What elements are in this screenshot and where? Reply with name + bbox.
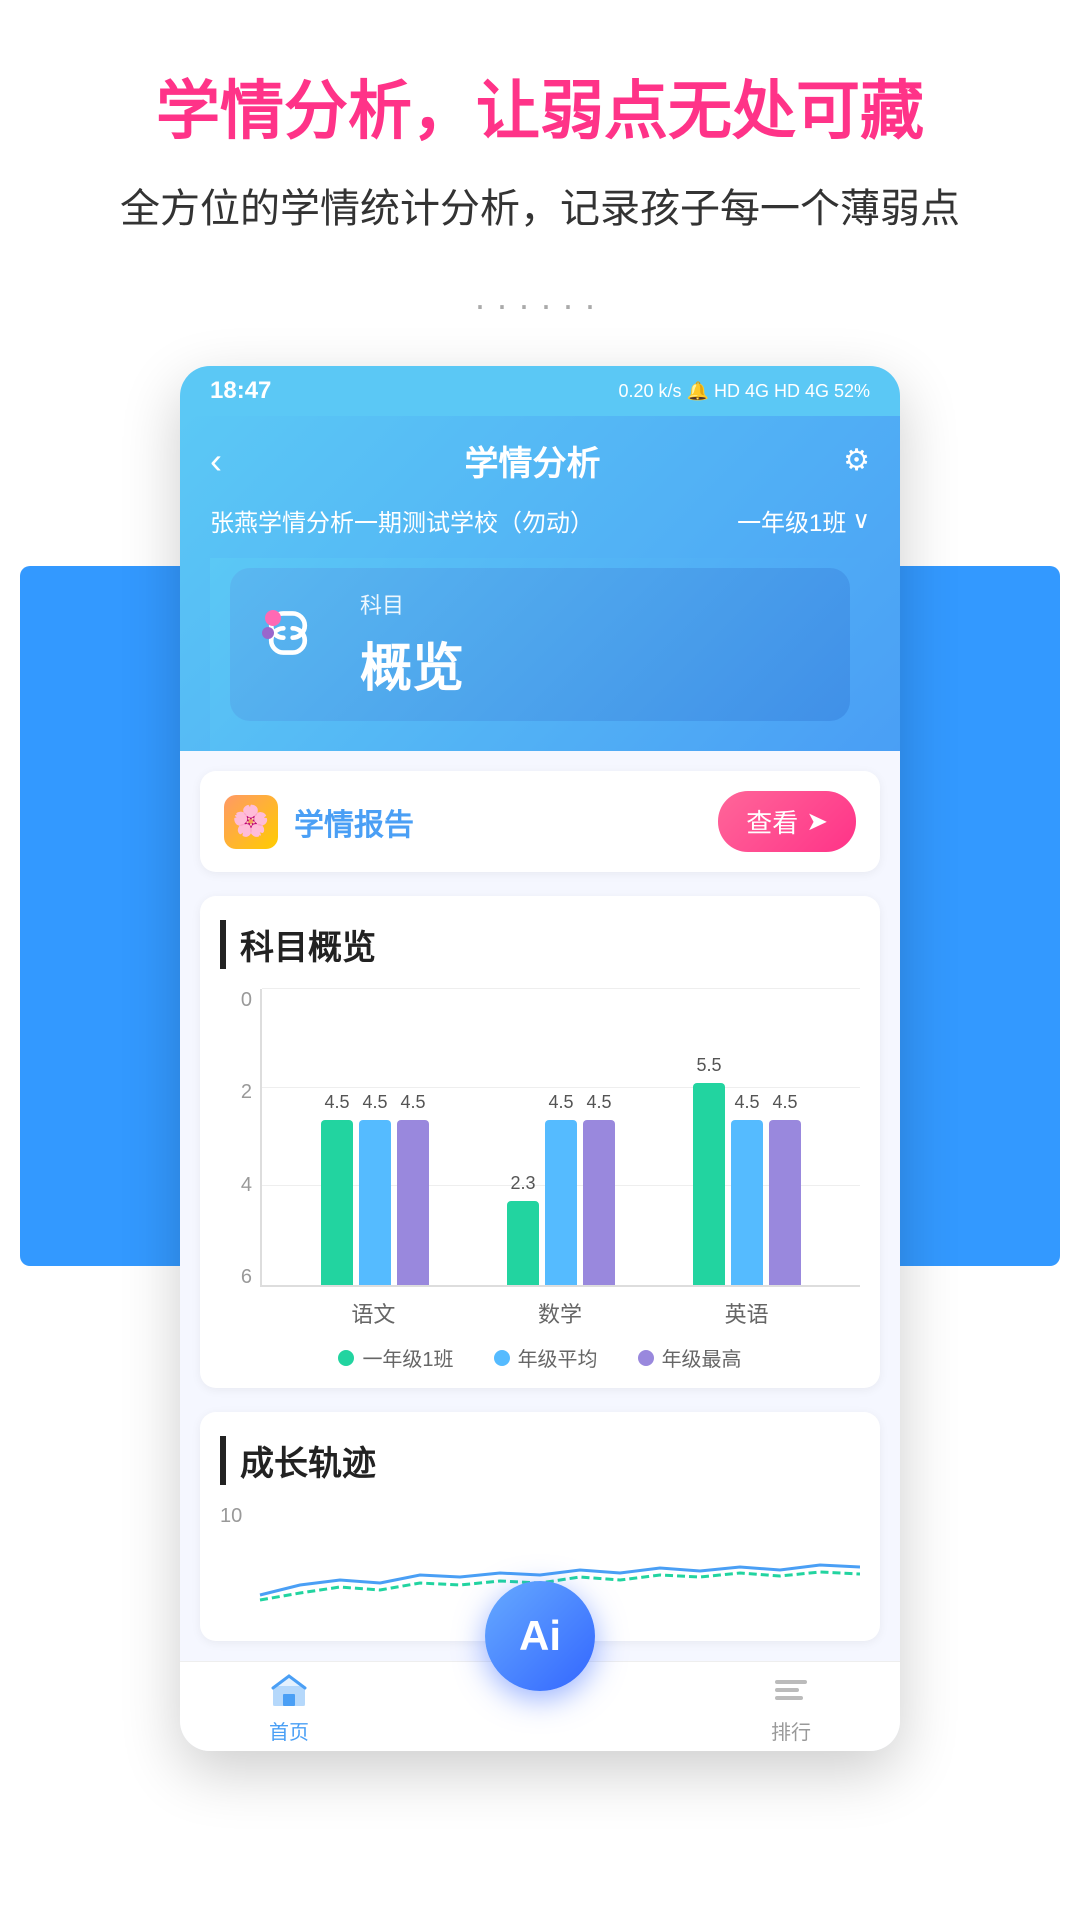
nav-label-rank: 排行 [771,1716,811,1745]
tab-card[interactable]: 科目 概览 [230,568,850,721]
legend-item-top: 年级最高 [638,1343,742,1372]
page-header: 学情分析，让弱点无处可藏 全方位的学情统计分析，记录孩子每一个薄弱点 [0,0,1080,254]
bar-yingyu-purple: 4.5 [769,1120,801,1285]
chart-body: 4.5 4.5 4.5 [260,989,860,1329]
school-name: 张燕学情分析一期测试学校（勿动） [210,503,594,538]
bar-yingyu-green: 5.5 [693,1083,725,1285]
status-right-icons: 0.20 k/s 🔔 HD 4G HD 4G 52% [619,381,871,402]
rank-icon [769,1668,813,1712]
bar-group-yingyu: 5.5 4.5 4.5 [693,1083,801,1285]
bar-shuxue-purple: 4.5 [583,1120,615,1285]
chart-wrapper: 6 4 2 0 [220,989,860,1329]
dots-decoration: ······ [0,284,1080,326]
bar-yuwen-blue: 4.5 [359,1120,391,1285]
y-label-4: 4 [220,1174,260,1197]
bar-shuxue-blue: 4.5 [545,1120,577,1285]
tab-icon-area [260,605,340,685]
bar-shuxue-green: 2.3 [507,1201,539,1285]
class-chevron-icon: ∨ [852,506,870,535]
bar-group-yuwen: 4.5 4.5 4.5 [321,1120,429,1285]
x-label-yuwen: 语文 [351,1297,395,1329]
growth-title: 成长轨迹 [220,1436,860,1485]
y-label-6: 6 [220,1266,260,1289]
chart-y-axis: 6 4 2 0 [220,989,260,1329]
school-row: 张燕学情分析一期测试学校（勿动） 一年级1班 ∨ [210,503,870,538]
view-btn-label: 查看 [746,803,798,840]
legend-item-avg: 年级平均 [494,1343,598,1372]
legend-dot-avg [494,1350,510,1366]
tab-dot1 [265,610,281,626]
chart-legend: 一年级1班 年级平均 年级最高 [220,1343,860,1372]
bar-group-bars-yingyu: 5.5 4.5 4.5 [693,1083,801,1285]
tab-dot2 [262,627,274,639]
page-subtitle: 全方位的学情统计分析，记录孩子每一个薄弱点 [80,176,1000,234]
report-icon: 🌸 [224,795,278,849]
x-label-shuxue: 数学 [538,1297,582,1329]
y-label-0: 0 [220,989,260,1012]
report-card: 🌸 学情报告 查看 ➤ [200,771,880,872]
header-title: 学情分析 [465,436,601,485]
bar-label-yuwen-2: 4.5 [362,1092,387,1113]
bar-group-bars-yuwen: 4.5 4.5 4.5 [321,1120,429,1285]
back-button[interactable]: ‹ [210,440,222,482]
nav-item-home[interactable]: 首页 [267,1668,311,1745]
ai-button-container: Ai [485,1581,595,1691]
bar-label-shuxue-3: 4.5 [586,1092,611,1113]
nav-label-home: 首页 [269,1716,309,1745]
status-time: 18:47 [210,377,271,405]
bars-area: 4.5 4.5 4.5 [262,989,860,1285]
status-bar: 18:47 0.20 k/s 🔔 HD 4G HD 4G 52% [180,366,900,416]
legend-item-class: 一年级1班 [338,1343,453,1372]
bar-label-shuxue-1: 2.3 [510,1173,535,1194]
bar-label-yingyu-2: 4.5 [734,1092,759,1113]
status-icons: 0.20 k/s 🔔 HD 4G HD 4G 52% [619,381,871,402]
report-emoji: 🌸 [232,804,269,839]
legend-label-top: 年级最高 [662,1343,742,1372]
legend-dot-top [638,1350,654,1366]
bar-group-shuxue: 2.3 4.5 4.5 [507,1120,615,1285]
bar-label-yingyu-3: 4.5 [772,1092,797,1113]
phone-mockup: 18:47 0.20 k/s 🔔 HD 4G HD 4G 52% ‹ 学情分析 … [180,366,900,1751]
bar-label-shuxue-2: 4.5 [548,1092,573,1113]
bar-yuwen-purple: 4.5 [397,1120,429,1285]
report-title: 学情报告 [294,800,414,844]
class-label: 一年级1班 [737,503,846,538]
chart-x-labels: 语文 数学 英语 [260,1287,860,1329]
nav-item-rank[interactable]: 排行 [769,1668,813,1745]
bar-label-yuwen-1: 4.5 [324,1092,349,1113]
view-btn-icon: ➤ [806,806,828,837]
chart-section: 科目概览 6 4 2 0 [200,896,880,1388]
tab-text-area: 科目 概览 [360,588,464,701]
bar-group-bars-shuxue: 2.3 4.5 4.5 [507,1120,615,1285]
tab-label: 科目 [360,588,464,620]
y-label-2: 2 [220,1081,260,1104]
legend-label-class: 一年级1班 [362,1343,453,1372]
header-nav: ‹ 学情分析 ⚙ [210,436,870,485]
chart-section-title: 科目概览 [220,920,860,969]
main-content: 🌸 学情报告 查看 ➤ 科目概览 6 4 2 [180,751,900,1661]
tab-area: 科目 概览 [210,558,870,751]
bar-yingyu-blue: 4.5 [731,1120,763,1285]
phone-screen: 18:47 0.20 k/s 🔔 HD 4G HD 4G 52% ‹ 学情分析 … [180,366,900,1751]
home-icon [267,1668,311,1712]
chart-plot: 4.5 4.5 4.5 [260,989,860,1287]
settings-button[interactable]: ⚙ [843,443,870,478]
report-left: 🌸 学情报告 [224,795,414,849]
class-selector[interactable]: 一年级1班 ∨ [737,503,870,538]
legend-label-avg: 年级平均 [518,1343,598,1372]
bar-label-yingyu-1: 5.5 [696,1055,721,1076]
x-label-yingyu: 英语 [725,1297,769,1329]
tab-overview: 概览 [360,626,464,701]
view-report-button[interactable]: 查看 ➤ [718,791,856,852]
bar-yuwen-green: 4.5 [321,1120,353,1285]
page-title: 学情分析，让弱点无处可藏 [80,60,1000,152]
legend-dot-class [338,1350,354,1366]
growth-y-label: 10 [220,1505,242,1528]
bar-label-yuwen-3: 4.5 [400,1092,425,1113]
app-header: ‹ 学情分析 ⚙ 张燕学情分析一期测试学校（勿动） 一年级1班 ∨ [180,416,900,751]
ai-button[interactable]: Ai [485,1581,595,1691]
